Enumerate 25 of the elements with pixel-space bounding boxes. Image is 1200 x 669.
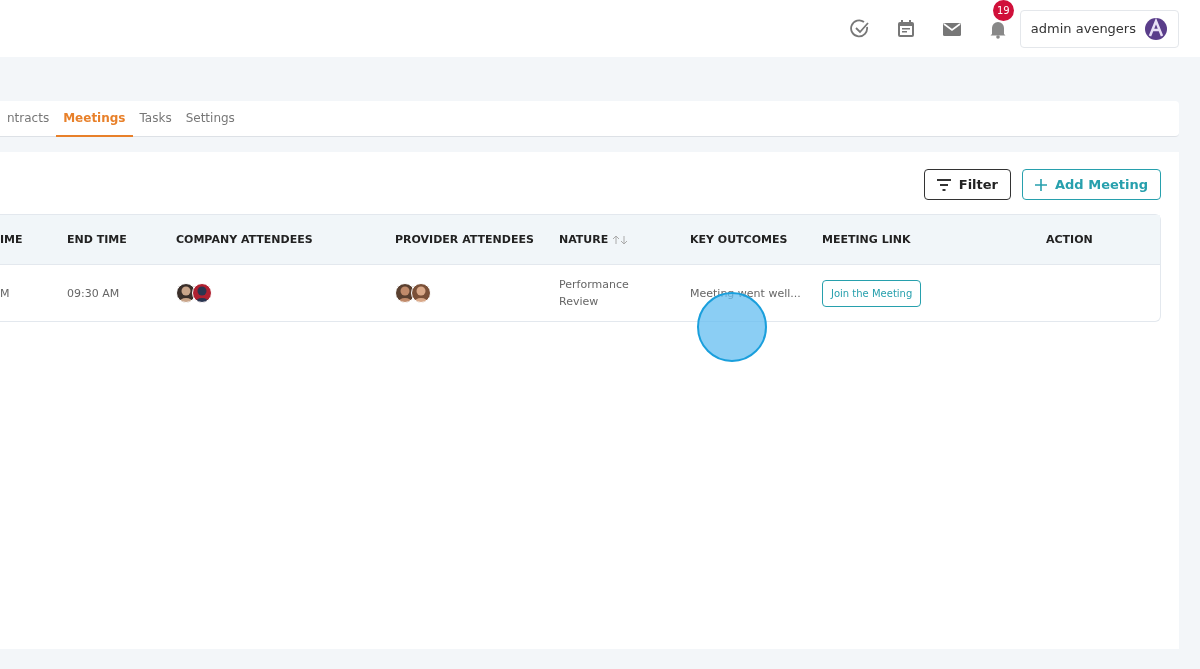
tab[interactable]: Meetings <box>56 101 133 137</box>
plus-icon <box>1035 178 1047 191</box>
tab[interactable]: ntracts <box>0 101 57 137</box>
calendar-icon[interactable] <box>895 18 916 39</box>
notification-badge: 19 <box>992 0 1014 21</box>
column-header: PROVIDER ATTENDEES <box>395 233 534 246</box>
table-cell-text: M <box>0 286 11 300</box>
column-header: END TIME <box>67 233 127 246</box>
user-avatar-icon <box>1144 16 1168 41</box>
filter-button[interactable]: Filter <box>923 169 1011 200</box>
table-cell-text: Performance Review <box>559 277 630 310</box>
column-header: COMPANY ATTENDEES <box>176 233 313 246</box>
column-header: NATURE <box>559 233 609 246</box>
add-meeting-button[interactable]: Add Meeting <box>1022 169 1161 200</box>
filter-icon <box>936 178 951 191</box>
check-circle-icon[interactable] <box>849 18 870 39</box>
column-header: ACTION <box>1046 233 1093 246</box>
table-cell-text: 09:30 AM <box>67 286 121 300</box>
join-meeting-button[interactable]: Join the Meeting <box>822 279 922 307</box>
tab[interactable]: Settings <box>178 101 242 137</box>
column-header: KEY OUTCOMES <box>690 233 788 246</box>
column-header: MEETING LINK <box>822 233 911 246</box>
tab[interactable]: Tasks <box>132 101 179 137</box>
column-header: IME <box>0 233 23 246</box>
user-menu[interactable]: admin avengers <box>1019 9 1179 48</box>
